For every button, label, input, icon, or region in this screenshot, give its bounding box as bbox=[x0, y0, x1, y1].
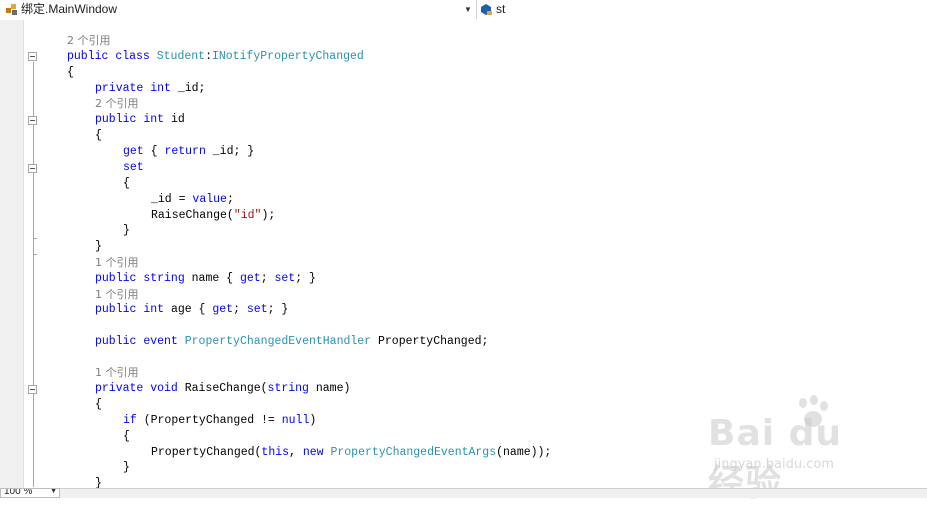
code-line-invoke: PropertyChanged(this, new PropertyChange… bbox=[151, 445, 551, 461]
keyword: private bbox=[95, 82, 144, 95]
code-text: RaiseChange( bbox=[151, 209, 234, 222]
keyword: public bbox=[95, 272, 137, 285]
code-text: : bbox=[205, 50, 212, 63]
code-text: ; bbox=[260, 272, 275, 285]
code-line-class-declaration: public class Student:INotifyPropertyChan… bbox=[67, 49, 364, 65]
code-text: , bbox=[289, 446, 303, 459]
code-text: id bbox=[164, 113, 185, 126]
code-text: PropertyChanged( bbox=[151, 446, 262, 459]
reference-count-lens[interactable]: 1 个引用 bbox=[95, 255, 139, 271]
code-text: (PropertyChanged != bbox=[136, 414, 282, 427]
code-line-getter: get { return _id; } bbox=[123, 144, 254, 160]
code-line-property-id: public int id bbox=[95, 112, 185, 128]
reference-count-lens[interactable]: 2 个引用 bbox=[95, 96, 139, 112]
keyword: public bbox=[95, 335, 137, 348]
code-text: RaiseChange( bbox=[177, 382, 268, 395]
keyword: get bbox=[123, 145, 144, 158]
code-text: _id; } bbox=[205, 145, 255, 158]
keyword: set bbox=[246, 303, 268, 316]
keyword: private bbox=[95, 382, 144, 395]
code-line-brace: { bbox=[67, 66, 74, 79]
code-text: ; bbox=[226, 193, 234, 206]
code-line-brace: { bbox=[123, 177, 130, 190]
code-line-field: private int _id; bbox=[95, 81, 205, 97]
editor-status-bar bbox=[0, 488, 927, 498]
keyword: get bbox=[212, 303, 234, 316]
keyword: set bbox=[274, 272, 296, 285]
code-text: name) bbox=[308, 382, 351, 395]
type-name: INotifyPropertyChanged bbox=[211, 50, 364, 63]
type-name: PropertyChangedEventHandler bbox=[184, 335, 372, 348]
code-line-property-age: public int age { get; set; } bbox=[95, 302, 288, 318]
code-text: ); bbox=[261, 209, 276, 222]
string-literal: "id" bbox=[233, 209, 262, 222]
keyword: class bbox=[115, 50, 150, 63]
keyword: null bbox=[281, 414, 310, 427]
code-line-brace: { bbox=[123, 430, 130, 443]
code-line-setter: set bbox=[123, 161, 144, 174]
code-text: age { bbox=[164, 303, 213, 316]
code-text: name { bbox=[184, 272, 240, 285]
chevron-down-icon[interactable]: ▼ bbox=[50, 489, 57, 497]
code-line-brace: } bbox=[95, 240, 102, 253]
code-editor[interactable]: 2 个引用 public class Student:INotifyProper… bbox=[0, 0, 927, 498]
type-name: Student bbox=[156, 50, 206, 63]
keyword: void bbox=[150, 382, 178, 395]
keyword: int bbox=[143, 113, 165, 126]
keyword: new bbox=[302, 446, 324, 459]
type-name: PropertyChangedEventArgs bbox=[330, 446, 497, 459]
code-text: ; bbox=[233, 303, 247, 316]
code-text: (name)); bbox=[496, 446, 552, 459]
code-text: _id = bbox=[151, 193, 193, 206]
keyword: int bbox=[150, 82, 171, 95]
reference-count-lens[interactable]: 2 个引用 bbox=[67, 33, 111, 49]
keyword: this bbox=[261, 446, 290, 459]
keyword: string bbox=[267, 382, 309, 395]
zoom-level-value: 100 % bbox=[4, 488, 33, 497]
code-line-assign: _id = value; bbox=[151, 192, 234, 208]
keyword: int bbox=[143, 303, 165, 316]
code-line-if: if (PropertyChanged != null) bbox=[123, 413, 316, 429]
keyword: public bbox=[95, 303, 137, 316]
keyword: public bbox=[67, 50, 109, 63]
code-line-brace: { bbox=[95, 129, 102, 142]
code-line-brace: } bbox=[123, 224, 130, 237]
code-text: PropertyChanged; bbox=[371, 335, 489, 348]
code-line-property-name: public string name { get; set; } bbox=[95, 271, 316, 287]
keyword: string bbox=[143, 272, 185, 285]
reference-count-lens[interactable]: 1 个引用 bbox=[95, 287, 139, 303]
code-text: ; } bbox=[295, 272, 316, 285]
code-line-brace: { bbox=[95, 398, 102, 411]
keyword: public bbox=[95, 113, 137, 126]
code-text: { bbox=[143, 145, 165, 158]
keyword: value bbox=[192, 193, 227, 206]
code-line-method-declaration: private void RaiseChange(string name) bbox=[95, 381, 350, 397]
zoom-level-dropdown[interactable]: 100 % ▼ bbox=[0, 488, 60, 498]
code-line-event: public event PropertyChangedEventHandler… bbox=[95, 334, 488, 350]
reference-count-lens[interactable]: 1 个引用 bbox=[95, 365, 139, 381]
keyword: if bbox=[123, 414, 137, 427]
code-text: ) bbox=[309, 414, 317, 427]
code-line-raise-call: RaiseChange("id"); bbox=[151, 208, 275, 224]
code-text: _id; bbox=[170, 82, 206, 95]
keyword: event bbox=[143, 335, 178, 348]
code-text: ; } bbox=[267, 303, 289, 316]
keyword: return bbox=[164, 145, 206, 158]
keyword: get bbox=[239, 272, 261, 285]
code-line-brace: } bbox=[123, 461, 130, 474]
